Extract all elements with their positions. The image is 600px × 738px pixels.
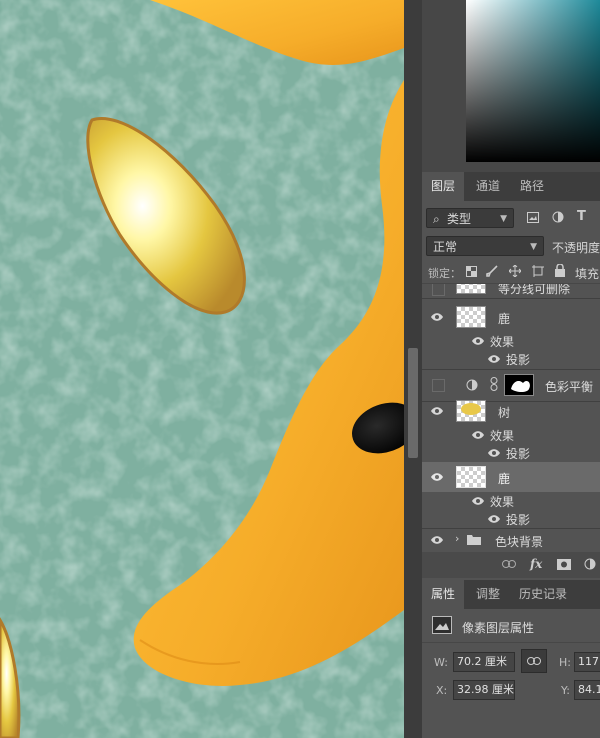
lock-label: 锁定： xyxy=(428,267,461,280)
width-field[interactable]: 70.2 厘米 xyxy=(453,652,515,672)
layer-thumbnail xyxy=(456,466,486,488)
y-field[interactable]: 84.1 xyxy=(574,680,600,700)
layer-name: 鹿 xyxy=(498,472,511,486)
layer-row-deer-top[interactable]: 鹿 xyxy=(422,302,600,332)
right-panel: 图层 通道 路径 ⌕ 类型 ▼ T 正常 ▼ 不透明度 锁定： 填充 等分线可删… xyxy=(422,0,600,738)
layer-filter-row: ⌕ 类型 ▼ T xyxy=(422,201,600,235)
image-filter-icon[interactable] xyxy=(527,212,539,223)
mask-icon[interactable] xyxy=(557,559,571,570)
scrollbar-thumb[interactable] xyxy=(408,348,418,458)
filter-kind-select[interactable]: ⌕ 类型 ▼ xyxy=(426,208,514,228)
effects-row[interactable]: 效果 xyxy=(422,426,600,444)
search-icon: ⌕ xyxy=(433,212,440,226)
visibility-toggle-off[interactable] xyxy=(432,379,445,392)
eye-icon[interactable] xyxy=(472,431,484,439)
layer-row-tree[interactable]: 树 xyxy=(422,396,600,426)
tab-channels[interactable]: 通道 xyxy=(468,172,508,201)
layer-thumbnail xyxy=(456,400,486,422)
document-canvas[interactable] xyxy=(0,0,404,738)
lock-brush-icon[interactable] xyxy=(486,265,498,277)
color-field[interactable] xyxy=(466,0,600,162)
tab-properties[interactable]: 属性 xyxy=(422,580,464,609)
folder-icon xyxy=(467,535,481,545)
eye-icon[interactable] xyxy=(472,337,484,345)
lock-transparent-icon[interactable] xyxy=(466,266,477,277)
blend-row: 正常 ▼ 不透明度 xyxy=(422,235,600,259)
effect-drop-shadow-row[interactable]: 投影 xyxy=(422,510,600,528)
eye-icon[interactable] xyxy=(488,355,500,363)
effects-label: 效果 xyxy=(490,495,515,509)
properties-header: 像素图层属性 xyxy=(422,610,600,642)
layers-footer: fx xyxy=(422,552,600,578)
tab-history[interactable]: 历史记录 xyxy=(512,580,574,609)
pixel-layer-icon xyxy=(432,616,452,634)
effects-label: 效果 xyxy=(490,335,515,349)
eye-icon[interactable] xyxy=(431,407,443,415)
canvas-scrollbar[interactable] xyxy=(404,0,422,738)
eye-icon[interactable] xyxy=(488,449,500,457)
color-picker[interactable] xyxy=(422,0,600,172)
x-field[interactable]: 32.98 厘米 xyxy=(453,680,515,700)
layer-row-deer-selected[interactable]: 鹿 xyxy=(422,462,600,492)
text-filter-icon[interactable]: T xyxy=(577,209,586,224)
width-label: W: xyxy=(434,656,448,669)
eye-icon[interactable] xyxy=(472,497,484,505)
layer-name: 鹿 xyxy=(498,312,511,326)
effect-drop-shadow-row[interactable]: 投影 xyxy=(422,444,600,462)
visibility-toggle-off[interactable] xyxy=(432,284,445,296)
blend-mode-select[interactable]: 正常 ▼ xyxy=(426,236,544,256)
effect-drop-shadow-row[interactable]: 投影 xyxy=(422,350,600,368)
height-field[interactable]: 117. xyxy=(574,652,600,672)
link-icon xyxy=(527,657,541,665)
eye-icon[interactable] xyxy=(488,515,500,523)
layers-tabbar: 图层 通道 路径 xyxy=(422,172,600,201)
layer-name: 等分线可删除 xyxy=(498,284,571,296)
lock-all-icon[interactable] xyxy=(555,264,565,277)
eye-icon[interactable] xyxy=(431,473,443,481)
tab-layers[interactable]: 图层 xyxy=(422,172,464,201)
mask-thumbnail xyxy=(504,374,534,396)
eye-icon[interactable] xyxy=(431,313,443,321)
properties-title: 像素图层属性 xyxy=(462,621,535,635)
divider xyxy=(422,298,600,299)
properties-tabbar: 属性 调整 历史记录 xyxy=(422,580,600,609)
layer-thumbnail xyxy=(456,306,486,328)
artwork xyxy=(0,0,404,738)
lock-artboard-icon[interactable] xyxy=(532,265,544,277)
eye-icon[interactable] xyxy=(431,536,443,544)
layers-list[interactable]: 等分线可删除 鹿 效果 投影 色彩平衡 树 效果 投影 鹿 效果 投影 › 色块… xyxy=(422,284,600,552)
chain-link-icon[interactable] xyxy=(490,377,498,391)
tab-adjustments[interactable]: 调整 xyxy=(468,580,508,609)
layer-name: 色块背景 xyxy=(495,535,544,549)
effect-label: 投影 xyxy=(506,513,531,527)
chevron-down-icon: ▼ xyxy=(500,214,507,224)
y-label: Y: xyxy=(561,684,570,697)
adjustment-filter-icon[interactable] xyxy=(552,211,564,223)
effects-row[interactable]: 效果 xyxy=(422,492,600,510)
layer-group-row[interactable]: › 色块背景 xyxy=(422,529,600,551)
adjustment-icon[interactable] xyxy=(584,558,596,570)
layer-row[interactable]: 等分线可删除 xyxy=(422,284,600,298)
link-icon[interactable] xyxy=(502,560,516,569)
effects-row[interactable]: 效果 xyxy=(422,332,600,350)
opacity-label: 不透明度 xyxy=(552,241,600,255)
chevron-down-icon: ▼ xyxy=(530,242,537,252)
fx-icon[interactable]: fx xyxy=(530,557,542,571)
divider xyxy=(422,642,600,643)
lock-row: 锁定： 填充 xyxy=(422,261,600,283)
effect-label: 投影 xyxy=(506,447,531,461)
adjustment-layer-icon xyxy=(466,379,478,391)
x-label: X: xyxy=(436,684,448,697)
height-label: H: xyxy=(559,656,571,669)
tab-paths[interactable]: 路径 xyxy=(512,172,552,201)
effect-label: 投影 xyxy=(506,353,531,367)
chevron-right-icon[interactable]: › xyxy=(455,532,459,545)
effects-label: 效果 xyxy=(490,429,515,443)
layer-name: 树 xyxy=(498,406,511,420)
link-dimensions-button[interactable] xyxy=(521,649,547,673)
lock-move-icon[interactable] xyxy=(509,265,521,277)
layer-thumbnail xyxy=(456,284,486,294)
layer-name: 色彩平衡 xyxy=(545,380,594,394)
fill-label: 填充 xyxy=(575,267,600,281)
